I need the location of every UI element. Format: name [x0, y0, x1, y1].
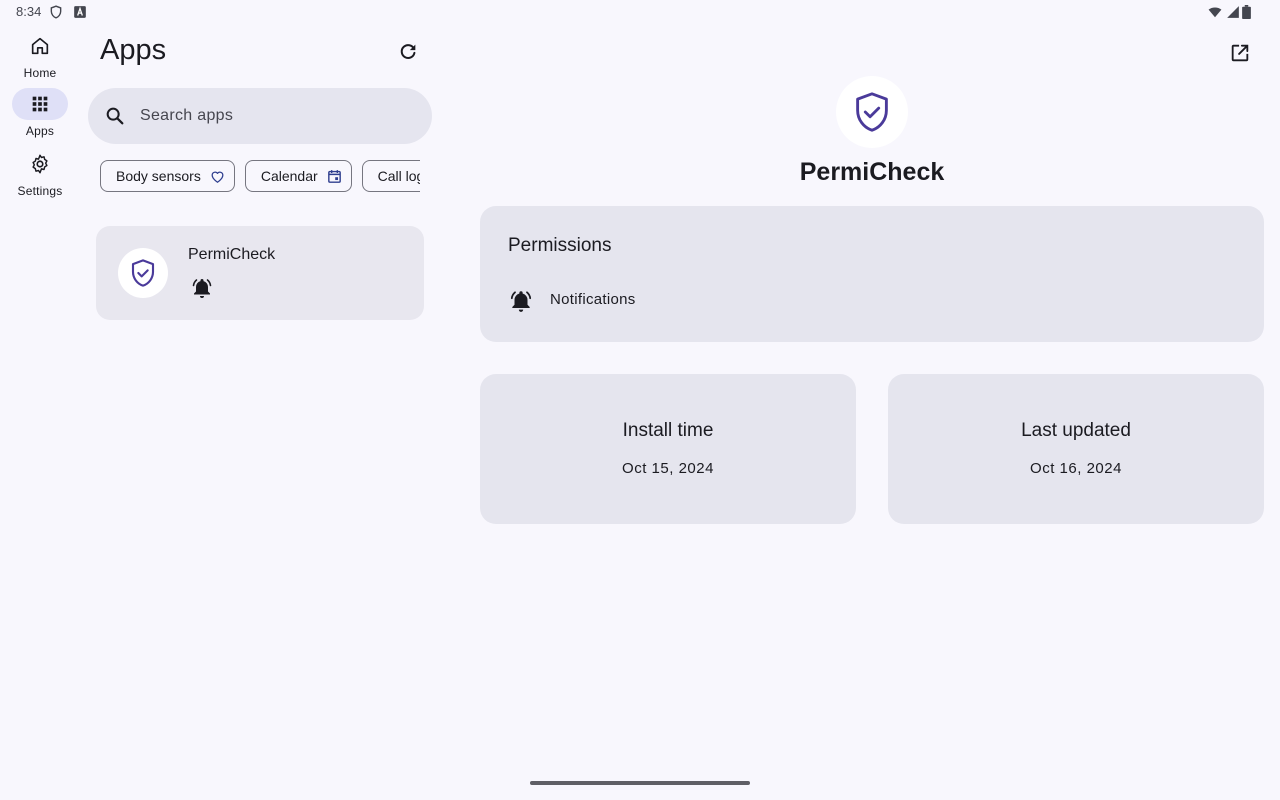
chip-label: Body sensors: [116, 168, 201, 184]
search-bar[interactable]: [88, 88, 432, 144]
gesture-navigation-bar[interactable]: [530, 781, 750, 785]
nav-settings[interactable]: Settings: [8, 148, 72, 198]
last-updated-value: Oct 16, 2024: [1030, 460, 1122, 477]
permission-item-notifications: Notifications: [550, 291, 636, 308]
refresh-button[interactable]: [388, 32, 428, 72]
app-avatar: [118, 248, 168, 298]
last-updated-card: Last updated Oct 16, 2024: [888, 374, 1264, 524]
calendar-icon: [318, 168, 343, 185]
home-icon: [12, 30, 68, 62]
status-time: 8:34: [16, 4, 42, 19]
nav-home-label: Home: [23, 66, 57, 80]
detail-app-name: PermiCheck: [799, 158, 945, 186]
heart-icon: [201, 168, 226, 185]
signal-icon: [1226, 5, 1240, 19]
open-external-button[interactable]: [1220, 33, 1260, 73]
search-icon: [88, 105, 126, 127]
status-bar: 8:34: [0, 0, 1280, 24]
page-title: Apps: [100, 34, 167, 66]
install-time-card: Install time Oct 15, 2024: [480, 374, 856, 524]
nav-apps-label: Apps: [25, 124, 55, 138]
font-icon: [73, 5, 87, 19]
bell-ringing-icon: [190, 276, 214, 300]
last-updated-title: Last updated: [1021, 420, 1131, 441]
wifi-icon: [1207, 5, 1223, 19]
install-time-title: Install time: [622, 420, 714, 441]
detail-app-avatar: [836, 76, 908, 148]
app-list-item[interactable]: PermiCheck: [96, 226, 424, 320]
install-time-value: Oct 15, 2024: [622, 460, 714, 477]
gear-icon: [12, 148, 68, 180]
battery-icon: [1242, 5, 1252, 19]
permissions-card: Permissions Notifications: [480, 206, 1264, 342]
chip-body-sensors[interactable]: Body sensors: [100, 160, 235, 192]
chip-calendar[interactable]: Calendar: [244, 160, 352, 192]
app-name: PermiCheck: [188, 246, 276, 263]
nav-apps[interactable]: Apps: [8, 88, 72, 138]
apps-grid-icon: [12, 88, 68, 120]
filter-chips: Body sensors Calendar Call log: [100, 160, 420, 192]
chip-label: Call log: [377, 168, 420, 184]
chip-call-log[interactable]: Call log: [361, 160, 420, 192]
bell-ringing-icon: [508, 288, 534, 314]
nav-home[interactable]: Home: [8, 30, 72, 80]
shield-check-icon: [849, 89, 895, 135]
shield-check-icon: [127, 257, 159, 289]
refresh-icon: [397, 41, 419, 63]
shield-icon: [49, 5, 63, 19]
search-input[interactable]: [138, 106, 402, 126]
nav-settings-label: Settings: [17, 184, 63, 198]
open-in-new-icon: [1229, 42, 1251, 64]
permissions-title: Permissions: [508, 235, 612, 256]
chip-label: Calendar: [260, 168, 318, 184]
